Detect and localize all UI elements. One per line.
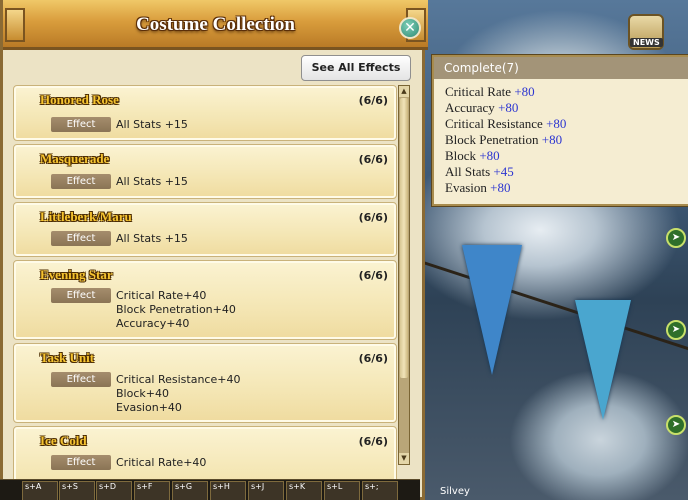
tooltip-value: +45: [493, 164, 514, 179]
tooltip-row: Critical Rate +80: [445, 84, 566, 100]
complete-effects-tooltip: Complete(7) Critical Rate +80 Accuracy +…: [432, 55, 688, 206]
scroll-up-icon[interactable]: ▲: [399, 86, 409, 97]
costume-collection-window: Costume Collection ✕ See All Effects Hon…: [0, 0, 428, 500]
effect-tag: Effect: [51, 231, 111, 246]
card-count: (6/6): [358, 269, 388, 282]
tooltip-stat: Accuracy: [445, 100, 495, 115]
player-name: Silvey: [440, 486, 470, 497]
hotbar-slot[interactable]: s+J: [248, 481, 284, 500]
tooltip-row: Evasion +80: [445, 180, 566, 196]
scroll-down-icon[interactable]: ▼: [399, 453, 409, 464]
tooltip-value: +80: [498, 100, 519, 115]
card-name: Honored Rose: [40, 92, 119, 107]
effect-lines: All Stats +15: [116, 232, 188, 246]
hotbar-slot[interactable]: s+;: [362, 481, 398, 500]
effect-line: All Stats +15: [116, 175, 188, 188]
tooltip-row: All Stats +45: [445, 164, 566, 180]
effect-line: Block+40: [116, 387, 169, 400]
effect-tag: Effect: [51, 288, 111, 303]
card-name: Littleberk/Maru: [40, 209, 132, 224]
title-bar: Costume Collection ✕: [3, 0, 428, 50]
tooltip-header: Complete(7): [434, 57, 688, 79]
card-name: Masquerade: [40, 151, 110, 166]
card-count: (6/6): [358, 435, 388, 448]
effect-line: Critical Rate+40: [116, 456, 207, 469]
banner-rope: [419, 260, 688, 356]
effect-tag: Effect: [51, 455, 111, 470]
effect-lines: Critical Resistance+40 Block+40 Evasion+…: [116, 373, 240, 415]
card-name: Ice Cold: [40, 433, 87, 448]
effect-line: Critical Resistance+40: [116, 373, 241, 386]
collection-card[interactable]: Masquerade (6/6) Effect All Stats +15: [13, 144, 397, 199]
tooltip-stat: All Stats: [445, 164, 491, 179]
effect-lines: Critical Rate+40 Block Penetration+40 Ac…: [116, 289, 236, 331]
hotbar-slot[interactable]: s+F: [134, 481, 170, 500]
tooltip-value: +80: [514, 84, 535, 99]
effect-line: All Stats +15: [116, 232, 188, 245]
collection-card[interactable]: Honored Rose (6/6) Effect All Stats +15: [13, 85, 397, 141]
hotbar-slot[interactable]: s+D: [96, 481, 132, 500]
quest-arrow-icon[interactable]: ➤: [666, 228, 686, 248]
effect-line: All Stats +15: [116, 118, 188, 131]
effect-line: Block Penetration+40: [116, 303, 236, 316]
collection-card[interactable]: Evening Star (6/6) Effect Critical Rate+…: [13, 260, 397, 340]
close-icon[interactable]: ✕: [399, 17, 421, 39]
card-name: Task Unit: [40, 350, 95, 365]
blue-banner-flag: [575, 300, 631, 420]
quest-arrow-icon[interactable]: ➤: [666, 415, 686, 435]
hotbar: s+A s+S s+D s+F s+G s+H s+J s+K s+L s+;: [0, 479, 420, 500]
effect-lines: All Stats +15: [116, 175, 188, 189]
blue-banner-flag: [462, 245, 522, 375]
effect-tag: Effect: [51, 117, 111, 132]
collection-card[interactable]: Task Unit (6/6) Effect Critical Resistan…: [13, 343, 397, 423]
card-count: (6/6): [358, 211, 388, 224]
list-scrollbar[interactable]: ▲ ▼: [398, 85, 410, 465]
card-name: Evening Star: [40, 267, 113, 282]
card-count: (6/6): [358, 153, 388, 166]
hotbar-slot[interactable]: s+H: [210, 481, 246, 500]
effect-line: Accuracy+40: [116, 317, 190, 330]
hotbar-slot[interactable]: s+G: [172, 481, 208, 500]
see-all-effects-button[interactable]: See All Effects: [301, 55, 411, 81]
collection-list: Honored Rose (6/6) Effect All Stats +15 …: [13, 85, 413, 500]
collection-card[interactable]: Littleberk/Maru (6/6) Effect All Stats +…: [13, 202, 397, 257]
tooltip-stat: Evasion: [445, 180, 487, 195]
news-label[interactable]: NEWS: [630, 38, 663, 47]
tooltip-row: Block +80: [445, 148, 566, 164]
tooltip-stat: Critical Rate: [445, 84, 512, 99]
tooltip-row: Block Penetration +80: [445, 132, 566, 148]
hotbar-slot[interactable]: s+L: [324, 481, 360, 500]
tooltip-stat: Block Penetration: [445, 132, 539, 147]
card-count: (6/6): [358, 352, 388, 365]
card-count: (6/6): [358, 94, 388, 107]
tooltip-value: +80: [490, 180, 511, 195]
hotbar-slot[interactable]: s+S: [59, 481, 95, 500]
tooltip-row: Critical Resistance +80: [445, 116, 566, 132]
effect-line: Evasion+40: [116, 401, 182, 414]
window-title: Costume Collection: [136, 14, 295, 35]
effect-lines: All Stats +15: [116, 118, 188, 132]
effect-line: Critical Rate+40: [116, 289, 207, 302]
effect-lines: Critical Rate+40: [116, 456, 206, 470]
tooltip-body: Critical Rate +80 Accuracy +80 Critical …: [445, 84, 566, 196]
tooltip-value: +80: [541, 132, 563, 147]
effect-tag: Effect: [51, 174, 111, 189]
scroll-thumb[interactable]: [400, 98, 408, 378]
quest-arrow-icon[interactable]: ➤: [666, 320, 686, 340]
tooltip-value: +80: [546, 116, 567, 131]
hotbar-slot[interactable]: s+A: [22, 481, 58, 500]
tooltip-value: +80: [479, 148, 500, 163]
tooltip-row: Accuracy +80: [445, 100, 566, 116]
effect-tag: Effect: [51, 372, 111, 387]
tooltip-stat: Critical Resistance: [445, 116, 543, 131]
hotbar-slot[interactable]: s+K: [286, 481, 322, 500]
tooltip-stat: Block: [445, 148, 477, 163]
